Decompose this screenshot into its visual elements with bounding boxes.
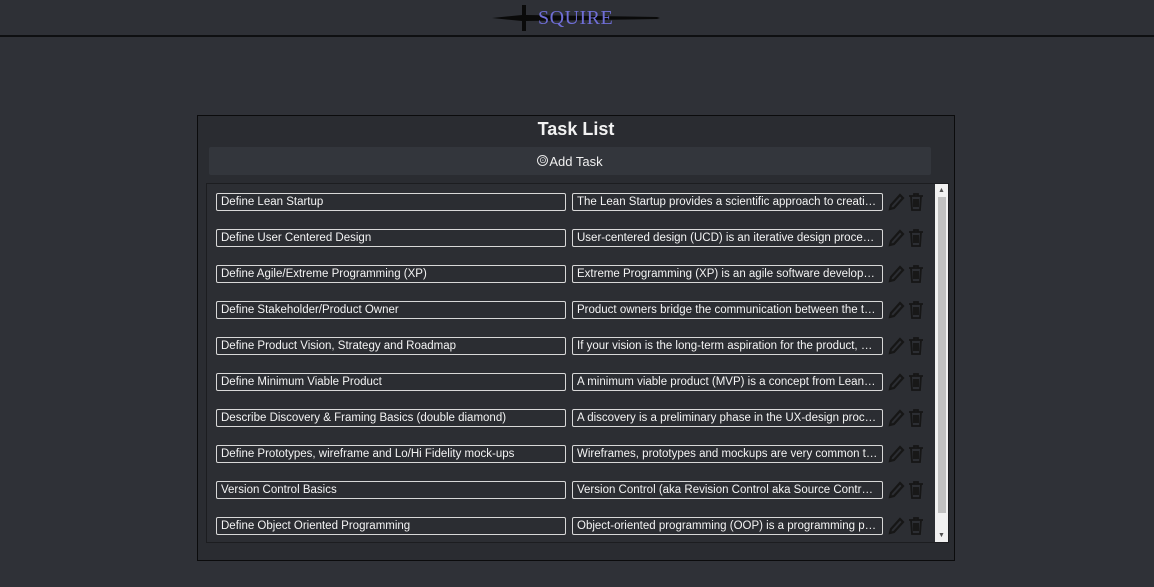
task-description-field[interactable]: A discovery is a preliminary phase in th… <box>572 409 883 427</box>
scrollbar[interactable]: ▲ ▼ <box>935 184 948 542</box>
task-title-field[interactable]: Define Object Oriented Programming <box>216 517 566 535</box>
list-item: Define Object Oriented Programming Objec… <box>207 514 935 542</box>
list-item: Define Lean Startup The Lean Startup pro… <box>207 190 935 226</box>
task-list-panel: Task List ⊙ Add Task Define Lean Startup… <box>197 115 955 561</box>
trash-icon[interactable] <box>907 516 925 536</box>
pencil-icon[interactable] <box>887 228 905 248</box>
task-title-field[interactable]: Define User Centered Design <box>216 229 566 247</box>
add-task-button[interactable]: ⊙ Add Task <box>209 147 931 175</box>
task-list: Define Lean Startup The Lean Startup pro… <box>206 183 949 543</box>
scroll-up-arrow-icon[interactable]: ▲ <box>935 184 948 197</box>
task-description-field[interactable]: Extreme Programming (XP) is an agile sof… <box>572 265 883 283</box>
task-title-field[interactable]: Define Minimum Viable Product <box>216 373 566 391</box>
trash-icon[interactable] <box>907 264 925 284</box>
pencil-icon[interactable] <box>887 516 905 536</box>
trash-icon[interactable] <box>907 480 925 500</box>
pencil-icon[interactable] <box>887 408 905 428</box>
top-bar: SQUIRE <box>0 0 1154 37</box>
task-description-field[interactable]: Version Control (aka Revision Control ak… <box>572 481 883 499</box>
pencil-icon[interactable] <box>887 264 905 284</box>
task-description-field[interactable]: Product owners bridge the communication … <box>572 301 883 319</box>
task-title-field[interactable]: Version Control Basics <box>216 481 566 499</box>
trash-icon[interactable] <box>907 300 925 320</box>
pencil-icon[interactable] <box>887 444 905 464</box>
task-title-field[interactable]: Describe Discovery & Framing Basics (dou… <box>216 409 566 427</box>
page-title: Task List <box>537 119 615 139</box>
task-title-field[interactable]: Define Stakeholder/Product Owner <box>216 301 566 319</box>
list-item: Define Agile/Extreme Programming (XP) Ex… <box>207 262 935 298</box>
trash-icon[interactable] <box>907 444 925 464</box>
task-description-field[interactable]: Object-oriented programming (OOP) is a p… <box>572 517 883 535</box>
pencil-icon[interactable] <box>887 300 905 320</box>
pencil-icon[interactable] <box>887 480 905 500</box>
list-item: Describe Discovery & Framing Basics (dou… <box>207 406 935 442</box>
list-item: Define Minimum Viable Product A minimum … <box>207 370 935 406</box>
trash-icon[interactable] <box>907 228 925 248</box>
task-description-field[interactable]: Wireframes, prototypes and mockups are v… <box>572 445 883 463</box>
trash-icon[interactable] <box>907 336 925 356</box>
task-description-field[interactable]: The Lean Startup provides a scientific a… <box>572 193 883 211</box>
scrollbar-thumb[interactable] <box>938 197 946 513</box>
add-circle-icon: ⊙ <box>537 154 549 166</box>
trash-icon[interactable] <box>907 408 925 428</box>
task-description-field[interactable]: A minimum viable product (MVP) is a conc… <box>572 373 883 391</box>
task-description-field[interactable]: If your vision is the long-term aspirati… <box>572 337 883 355</box>
list-item: Define Prototypes, wireframe and Lo/Hi F… <box>207 442 935 478</box>
list-item: Version Control Basics Version Control (… <box>207 478 935 514</box>
task-title-field[interactable]: Define Product Vision, Strategy and Road… <box>216 337 566 355</box>
task-title-field[interactable]: Define Lean Startup <box>216 193 566 211</box>
task-title-field[interactable]: Define Agile/Extreme Programming (XP) <box>216 265 566 283</box>
list-item: Define Stakeholder/Product Owner Product… <box>207 298 935 334</box>
list-item: Define User Centered Design User-centere… <box>207 226 935 262</box>
add-task-label: Add Task <box>549 153 603 169</box>
scroll-down-arrow-icon[interactable]: ▼ <box>935 529 948 542</box>
trash-icon[interactable] <box>907 192 925 212</box>
logo-text[interactable]: SQUIRE <box>538 7 613 30</box>
pencil-icon[interactable] <box>887 192 905 212</box>
pencil-icon[interactable] <box>887 372 905 392</box>
task-title-field[interactable]: Define Prototypes, wireframe and Lo/Hi F… <box>216 445 566 463</box>
pencil-icon[interactable] <box>887 336 905 356</box>
trash-icon[interactable] <box>907 372 925 392</box>
task-description-field[interactable]: User-centered design (UCD) is an iterati… <box>572 229 883 247</box>
list-item: Define Product Vision, Strategy and Road… <box>207 334 935 370</box>
